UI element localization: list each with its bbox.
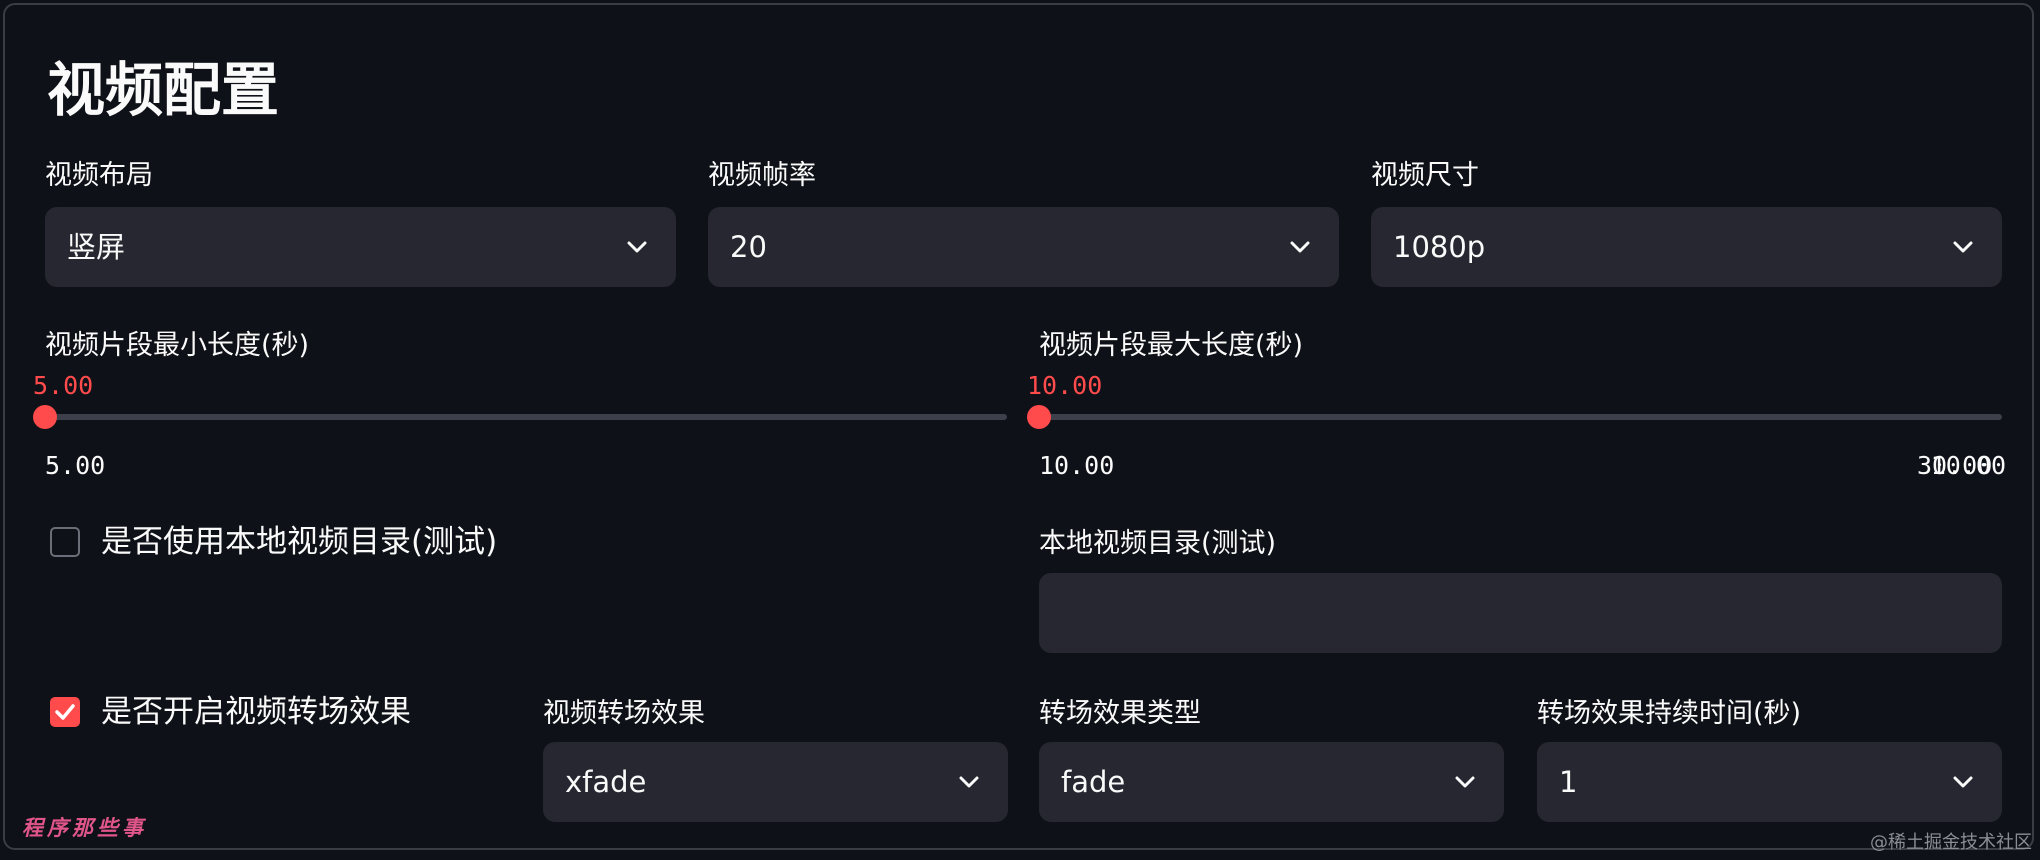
chevron-down-icon xyxy=(1953,241,1973,253)
local-dir-input[interactable] xyxy=(1039,573,2002,653)
max-length-slider-current: 10.00 xyxy=(1027,371,1103,400)
chevron-down-icon xyxy=(1953,776,1973,788)
watermark-right: @稀土掘金技术社区 xyxy=(1870,832,2032,853)
min-length-slider-min: 5.00 xyxy=(45,451,106,480)
fps-select-value: 20 xyxy=(730,230,767,264)
min-length-slider-current: 5.00 xyxy=(33,371,94,400)
transition-type-select-label: 转场效果类型 xyxy=(1039,698,1201,729)
video-config-panel: 视频配置 视频布局 竖屏 视频帧率 20 视频尺寸 1080p 视频片段最小长度… xyxy=(3,3,2034,850)
transition-effect-select-value: xfade xyxy=(565,765,647,799)
fps-select-label: 视频帧率 xyxy=(708,160,816,191)
transition-duration-select-value: 1 xyxy=(1559,765,1578,799)
transition-type-select-value: fade xyxy=(1061,765,1126,799)
transition-checkbox[interactable] xyxy=(50,697,80,727)
max-length-slider-label: 视频片段最大长度(秒) xyxy=(1039,330,1304,361)
transition-duration-select-label: 转场效果持续时间(秒) xyxy=(1537,698,1802,729)
layout-select[interactable]: 竖屏 xyxy=(45,207,676,287)
layout-select-label: 视频布局 xyxy=(45,160,153,191)
min-length-slider-thumb[interactable] xyxy=(33,405,57,429)
transition-checkbox-label[interactable]: 是否开启视频转场效果 xyxy=(101,691,411,733)
chevron-down-icon xyxy=(959,776,979,788)
chevron-down-icon xyxy=(627,241,647,253)
size-select-label: 视频尺寸 xyxy=(1371,160,1479,191)
watermark-left: 程序那些事 xyxy=(22,815,147,840)
max-length-slider-min: 10.00 xyxy=(1039,451,1115,480)
min-length-slider-label: 视频片段最小长度(秒) xyxy=(45,330,310,361)
chevron-down-icon xyxy=(1455,776,1475,788)
size-select-value: 1080p xyxy=(1393,230,1486,264)
local-dir-input-label: 本地视频目录(测试) xyxy=(1039,528,1277,559)
check-icon xyxy=(55,704,75,720)
size-select[interactable]: 1080p xyxy=(1371,207,2002,287)
layout-select-value: 竖屏 xyxy=(67,230,126,264)
max-length-slider-track[interactable] xyxy=(1039,414,2002,420)
max-length-slider-thumb[interactable] xyxy=(1027,405,1051,429)
local-dir-checkbox[interactable] xyxy=(50,527,80,557)
fps-select[interactable]: 20 xyxy=(708,207,1339,287)
transition-type-select[interactable]: fade xyxy=(1039,742,1504,822)
transition-effect-select-label: 视频转场效果 xyxy=(543,698,705,729)
transition-duration-select[interactable]: 1 xyxy=(1537,742,2002,822)
max-length-slider-max: 30.00 xyxy=(1917,451,1993,480)
chevron-down-icon xyxy=(1290,241,1310,253)
min-length-slider-track[interactable] xyxy=(45,414,1007,420)
transition-effect-select[interactable]: xfade xyxy=(543,742,1008,822)
local-dir-checkbox-label[interactable]: 是否使用本地视频目录(测试) xyxy=(101,521,497,563)
page-title: 视频配置 xyxy=(47,56,280,124)
